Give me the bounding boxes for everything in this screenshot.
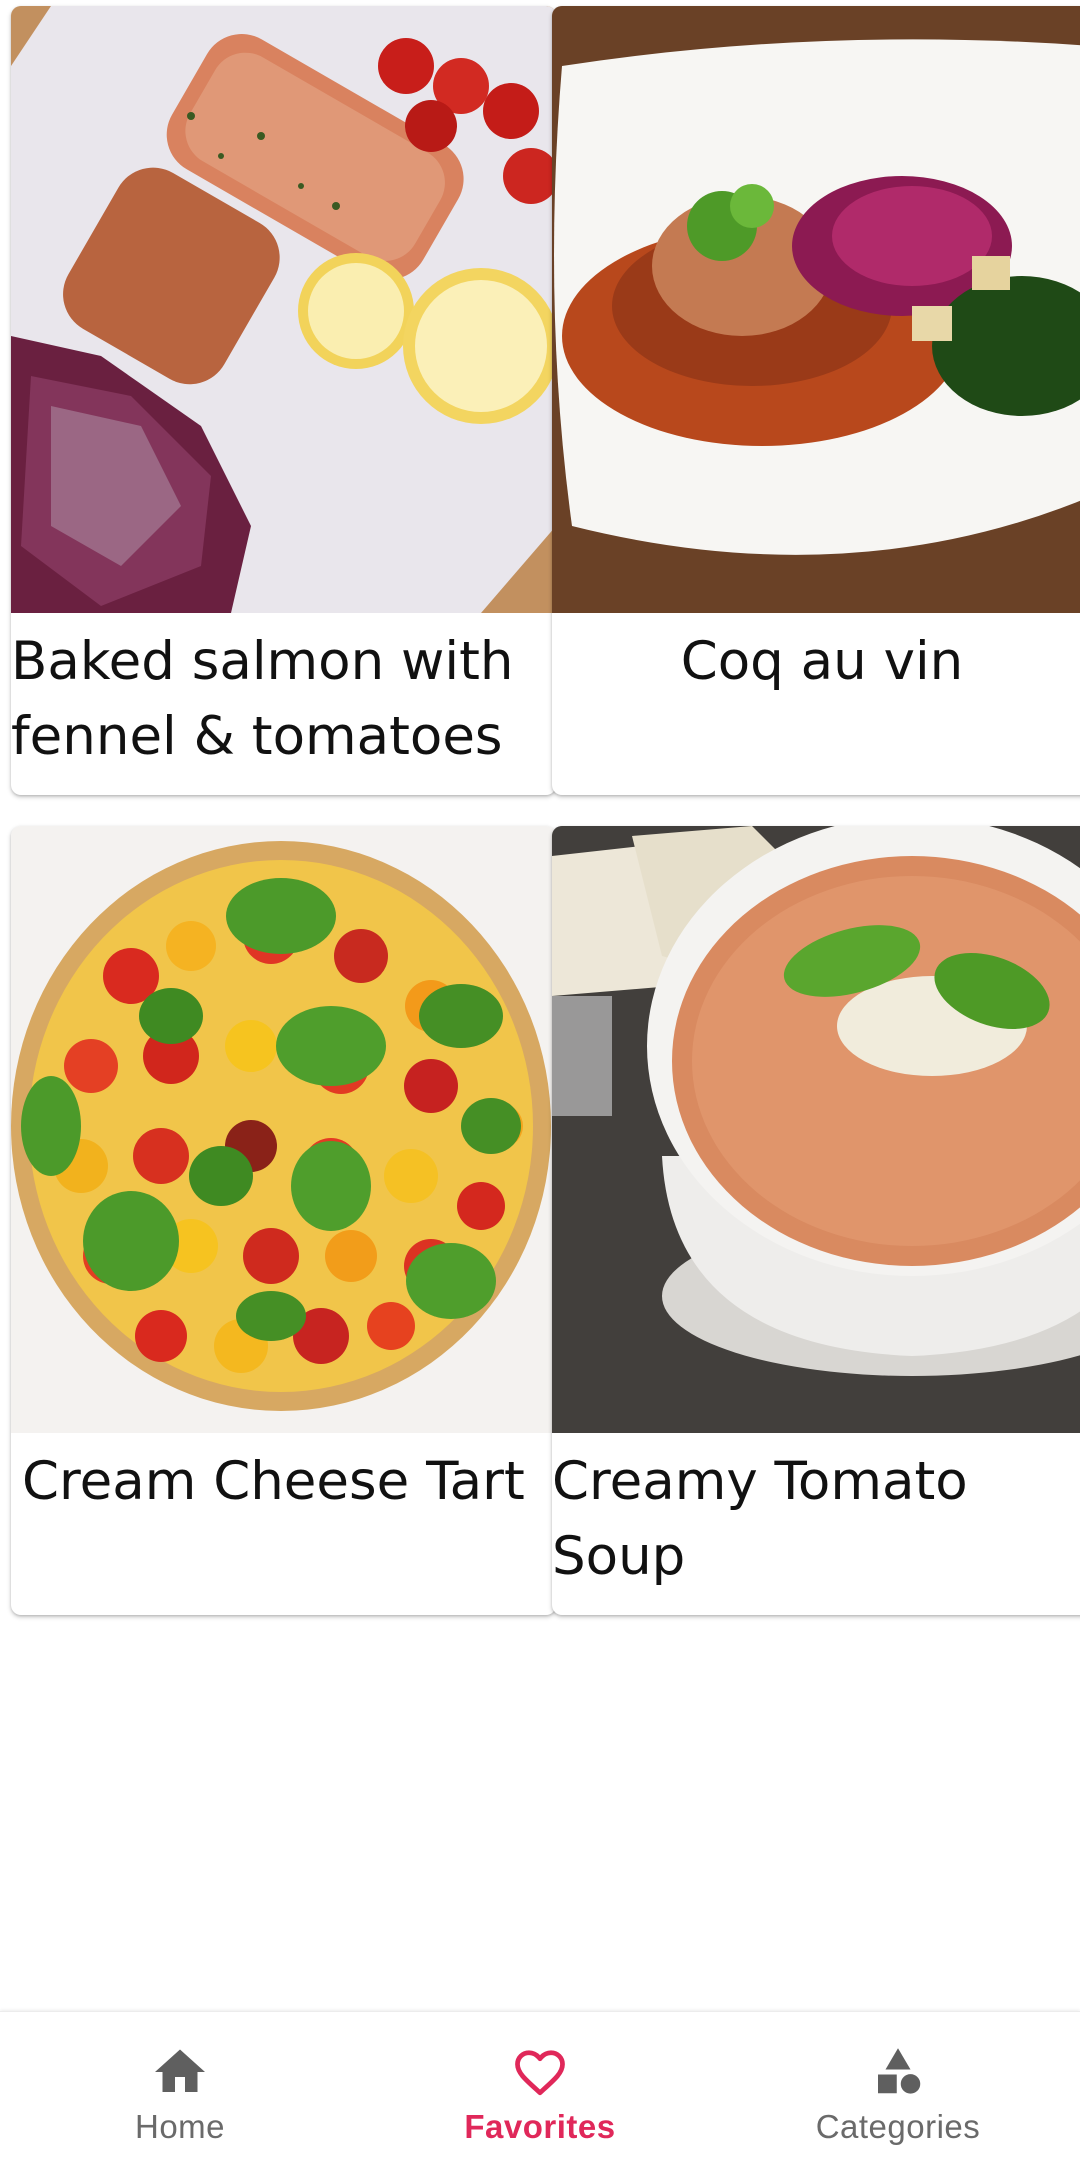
recipe-photo-coq-au-vin (552, 6, 1080, 613)
recipe-photo-creamy-tomato-soup (552, 826, 1080, 1433)
recipe-title-creamy-tomato-soup: Creamy Tomato Soup (552, 1451, 968, 1587)
recipe-title-baked-salmon: Baked salmon with fennel & tomatoes (11, 631, 514, 767)
nav-item-favorites[interactable]: Favorites (390, 2012, 690, 2166)
recipe-photo-baked-salmon (11, 6, 556, 613)
heart-icon (515, 2050, 565, 2096)
bottom-navigation: Home Favorites Categories (0, 2011, 1080, 2166)
nav-item-home[interactable]: Home (30, 2012, 330, 2166)
recipe-card-baked-salmon[interactable]: Baked salmon with fennel & tomatoes (11, 6, 556, 795)
recipe-title-cream-cheese-tart: Cream Cheese Tart (22, 1451, 525, 1512)
nav-label-favorites: Favorites (464, 2108, 616, 2145)
recipe-title-coq-au-vin: Coq au vin (680, 631, 964, 692)
recipe-photo-cream-cheese-tart (11, 826, 556, 1433)
nav-label-categories: Categories (815, 2108, 981, 2145)
nav-item-categories[interactable]: Categories (748, 2012, 1048, 2166)
recipe-card-coq-au-vin[interactable]: Coq au vin (552, 6, 1080, 795)
recipe-card-cream-cheese-tart[interactable]: Cream Cheese Tart (11, 826, 556, 1615)
shapes-icon (878, 2048, 921, 2094)
home-icon (155, 2049, 205, 2092)
nav-label-home: Home (134, 2108, 226, 2145)
recipe-card-creamy-tomato-soup[interactable]: Creamy Tomato Soup (552, 826, 1080, 1615)
